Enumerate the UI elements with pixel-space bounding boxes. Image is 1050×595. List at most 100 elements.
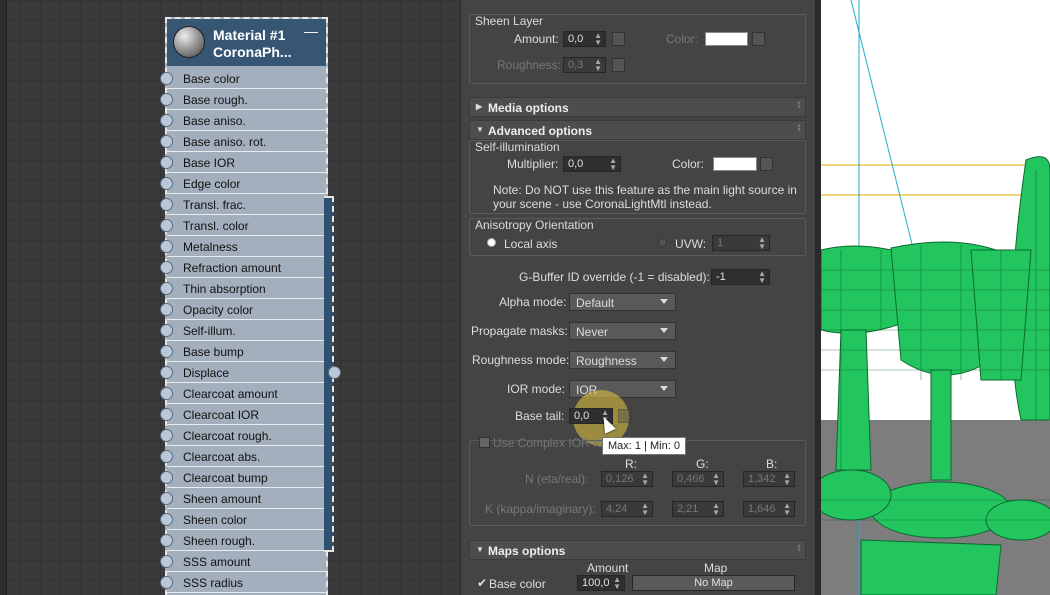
node-input-socket[interactable] (160, 219, 173, 232)
material-node-header[interactable]: Material #1 CoronaPh... — (167, 19, 326, 66)
node-input-socket[interactable] (160, 576, 173, 589)
node-input-socket[interactable] (160, 282, 173, 295)
spinner-arrows-icon[interactable]: ▲ ▼ (758, 270, 766, 285)
uvw-radio[interactable] (658, 238, 667, 247)
alpha-mode-dropdown[interactable]: Default (569, 293, 676, 311)
node-slot[interactable]: Base IOR (160, 152, 326, 173)
node-slot[interactable]: Transl. frac. (160, 194, 326, 215)
ior-n-b-spinner[interactable]: 1,342 ▲ ▼ (743, 471, 795, 487)
3d-viewport[interactable] (821, 0, 1050, 595)
node-slot[interactable]: Displace (160, 362, 326, 383)
node-input-socket[interactable] (160, 240, 173, 253)
spinner-arrows-icon[interactable]: ▲ ▼ (712, 502, 720, 517)
advanced-options-rollout[interactable]: ▼ Advanced options ⁞⁞ (469, 120, 806, 140)
self-illum-color-swatch[interactable] (713, 157, 757, 171)
node-slot[interactable]: Base aniso. rot. (160, 131, 326, 152)
node-input-socket[interactable] (160, 114, 173, 127)
gbuffer-spinner[interactable]: -1 ▲ ▼ (711, 269, 770, 285)
node-slot[interactable]: Base color (160, 68, 326, 89)
sheen-roughness-spinner[interactable]: 0,3 ▲ ▼ (563, 57, 606, 73)
node-slot[interactable]: Base aniso. (160, 110, 326, 131)
node-input-socket[interactable] (160, 72, 173, 85)
node-input-socket[interactable] (160, 303, 173, 316)
node-slot[interactable]: Clearcoat abs. (160, 446, 326, 467)
media-options-rollout[interactable]: ▶ Media options ⁞⁞ (469, 97, 806, 117)
node-input-socket[interactable] (160, 408, 173, 421)
node-input-socket[interactable] (160, 324, 173, 337)
node-input-socket[interactable] (160, 471, 173, 484)
sheen-color-swatch[interactable] (705, 32, 748, 46)
sheen-amount-spinner[interactable]: 0,0 ▲ ▼ (563, 31, 606, 47)
node-slot[interactable]: Thin absorption (160, 278, 326, 299)
node-input-socket[interactable] (160, 345, 173, 358)
node-input-socket[interactable] (160, 387, 173, 400)
node-input-socket[interactable] (160, 135, 173, 148)
material-node[interactable]: Material #1 CoronaPh... — Base color Base… (160, 17, 328, 595)
uvw-spinner[interactable]: 1 ▲ ▼ (712, 235, 770, 251)
node-slot[interactable]: Clearcoat IOR (160, 404, 326, 425)
node-collapse-button[interactable]: — (304, 23, 318, 39)
self-illum-multiplier-spinner[interactable]: 0,0 ▲ ▼ (563, 156, 621, 172)
node-slot[interactable]: Base rough. (160, 89, 326, 110)
node-slot[interactable]: Clearcoat rough. (160, 425, 326, 446)
node-slot[interactable]: Opacity color (160, 299, 326, 320)
rollout-grip-icon[interactable]: ⁞⁞ (797, 543, 801, 553)
node-input-socket[interactable] (160, 177, 173, 190)
ior-k-b-spinner[interactable]: 1,646 ▲ ▼ (743, 501, 795, 517)
node-input-socket[interactable] (160, 93, 173, 106)
sheen-amount-map-button[interactable] (612, 32, 625, 46)
node-slot[interactable]: Metalness (160, 236, 326, 257)
node-slot[interactable]: Sheen rough. (160, 530, 326, 551)
spinner-arrows-icon[interactable]: ▲ ▼ (758, 236, 766, 251)
spinner-arrows-icon[interactable]: ▲ ▼ (783, 472, 791, 487)
node-slot[interactable]: SSS radius (160, 572, 326, 593)
node-input-socket[interactable] (160, 534, 173, 547)
ior-n-r-spinner[interactable]: 0,126 ▲ ▼ (601, 471, 653, 487)
node-slot[interactable]: Edge color (160, 173, 326, 194)
spinner-arrows-icon[interactable]: ▲ ▼ (641, 472, 649, 487)
propagate-masks-dropdown[interactable]: Never (569, 322, 676, 340)
node-input-socket[interactable] (160, 198, 173, 211)
spinner-arrows-icon[interactable]: ▲ ▼ (783, 502, 791, 517)
node-input-socket[interactable] (160, 513, 173, 526)
ior-k-r-spinner[interactable]: 4,24 ▲ ▼ (601, 501, 653, 517)
ior-k-g-spinner[interactable]: 2,21 ▲ ▼ (672, 501, 724, 517)
node-input-socket[interactable] (160, 261, 173, 274)
node-input-socket[interactable] (160, 450, 173, 463)
sheen-color-map-button[interactable] (752, 32, 765, 46)
node-input-socket[interactable] (160, 555, 173, 568)
roughness-mode-dropdown[interactable]: Roughness (569, 351, 676, 369)
local-axis-radio[interactable] (487, 238, 496, 247)
node-slot[interactable]: Refraction amount (160, 257, 326, 278)
node-slot[interactable]: Transl. color (160, 215, 326, 236)
node-input-socket[interactable] (160, 492, 173, 505)
node-slot[interactable]: Self-illum. (160, 320, 326, 341)
rollout-grip-icon[interactable]: ⁞⁞ (797, 100, 801, 110)
spinner-arrows-icon[interactable]: ▲ ▼ (609, 157, 617, 172)
node-slot[interactable]: Base bump (160, 341, 326, 362)
node-output-socket[interactable] (328, 366, 341, 379)
node-slot[interactable]: Sheen color (160, 509, 326, 530)
spinner-arrows-icon[interactable]: ▲ ▼ (712, 472, 720, 487)
node-editor-canvas[interactable]: Material #1 CoronaPh... — Base color Base… (0, 0, 460, 595)
node-slot[interactable]: Clearcoat amount (160, 383, 326, 404)
self-illum-map-button[interactable] (760, 157, 773, 171)
ior-n-g-spinner[interactable]: 0,466 ▲ ▼ (672, 471, 724, 487)
node-input-socket[interactable] (160, 366, 173, 379)
maps-base-color-map-button[interactable]: No Map (632, 575, 795, 591)
spinner-arrows-icon[interactable]: ▲ ▼ (613, 576, 621, 591)
base-tail-map-button[interactable] (618, 409, 631, 423)
node-slot[interactable]: SSS amount (160, 551, 326, 572)
maps-options-rollout[interactable]: ▼ Maps options ⁞⁞ (469, 540, 806, 560)
complex-ior-checkbox[interactable] (479, 437, 490, 448)
node-input-socket[interactable] (160, 156, 173, 169)
node-slot[interactable]: Clearcoat bump (160, 467, 326, 488)
node-slot[interactable]: Sheen amount (160, 488, 326, 509)
sheen-roughness-map-button[interactable] (612, 58, 625, 72)
spinner-arrows-icon[interactable]: ▲ ▼ (641, 502, 649, 517)
rollout-grip-icon[interactable]: ⁞⁞ (797, 123, 801, 133)
node-input-socket[interactable] (160, 429, 173, 442)
spinner-arrows-icon[interactable]: ▲ ▼ (594, 58, 602, 73)
base-color-map-checkmark-icon[interactable]: ✔ (477, 576, 487, 590)
spinner-arrows-icon[interactable]: ▲ ▼ (594, 32, 602, 47)
